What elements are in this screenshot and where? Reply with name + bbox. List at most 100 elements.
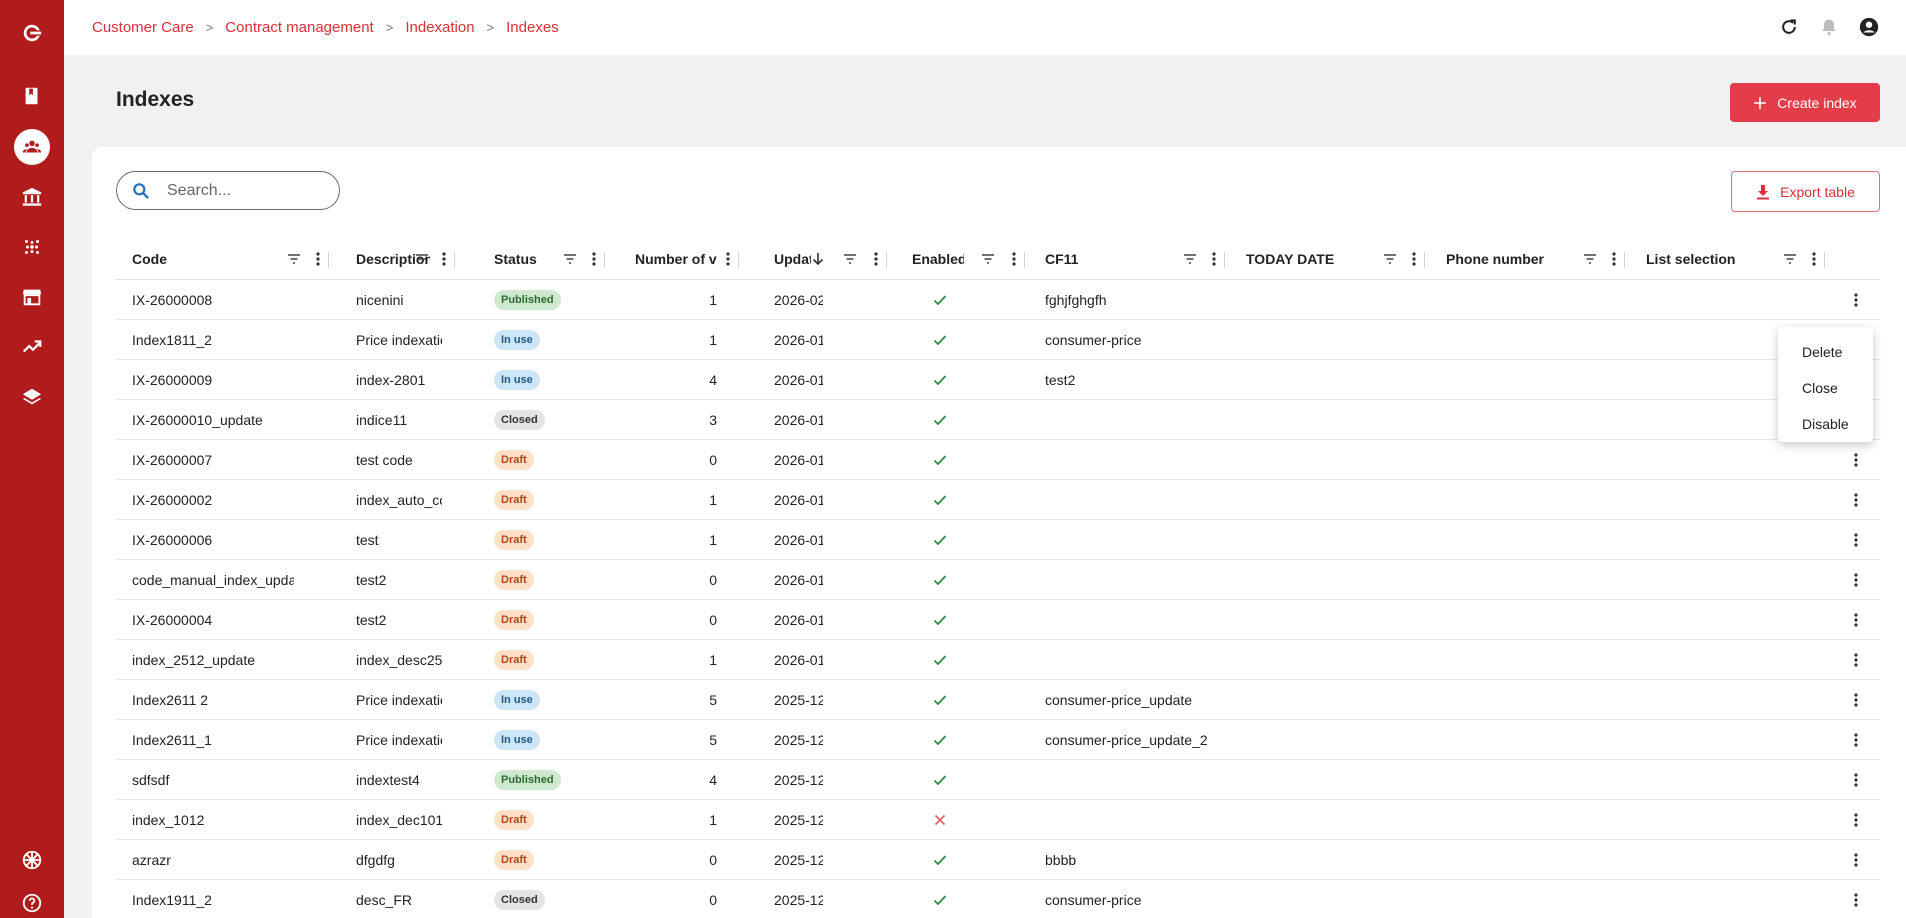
cell-enabled [912,800,976,840]
table-row[interactable]: IX-26000004 test2 Draft 0 2026-01-19 14:00 [116,600,1880,640]
table-row[interactable]: azrazr dfgdfg Draft 0 2025-12-05 13:00 bbbb [116,840,1880,880]
check-icon [933,495,947,506]
menu-item-delete[interactable]: Delete [1778,334,1873,370]
table-row[interactable]: IX-26000002 index_auto_code Draft 1 2026-01-… [116,480,1880,520]
column-menu-button[interactable] [1206,251,1222,267]
column-header-number-of-values[interactable]: Number of values [635,238,739,280]
sidebar-item-store[interactable] [14,279,50,315]
table-row[interactable]: Index2611 2 Price indexation 2611 In use 5 2… [116,680,1880,720]
sidebar-language[interactable] [14,842,50,878]
table-row[interactable]: Index1811_2 Price indexation 1811 In use 1 2… [116,320,1880,360]
column-separator[interactable] [1624,252,1625,268]
breadcrumb-item[interactable]: Indexes [506,19,559,36]
table-row[interactable]: IX-26000009 index-2801 In use 4 2026-01-30 1… [116,360,1880,400]
filter-button[interactable] [1182,251,1198,267]
column-header-today-date[interactable]: TODAY DATE [1246,238,1425,280]
row-actions-button[interactable] [1848,772,1864,788]
column-menu-button[interactable] [868,251,884,267]
sidebar-item-bank[interactable] [14,179,50,215]
row-actions-button[interactable] [1848,572,1864,588]
search-input[interactable] [167,181,317,200]
sort-button[interactable] [810,251,826,267]
table-row[interactable]: IX-26000007 test code Draft 0 2026-01-28 16:… [116,440,1880,480]
row-actions-button[interactable] [1848,292,1864,308]
table-row[interactable]: index_1012 index_dec1012 Draft 1 2025-12-18 … [116,800,1880,840]
column-menu-button[interactable] [310,251,326,267]
refresh-button[interactable] [1776,14,1802,40]
filter-button[interactable] [1382,251,1398,267]
sidebar-item-network[interactable] [14,229,50,265]
column-menu-button[interactable] [1406,251,1422,267]
row-actions-button[interactable] [1848,692,1864,708]
filter-button[interactable] [1582,251,1598,267]
row-actions-button[interactable] [1848,852,1864,868]
column-header-updated[interactable]: Updated [774,238,887,280]
filter-button[interactable] [286,251,302,267]
table-row[interactable]: IX-26000010_update indice11 Closed 3 2026-01… [116,400,1880,440]
column-menu-button[interactable] [1606,251,1622,267]
cell-updated: 2026-01-21 16:00 [774,532,823,548]
filter-button[interactable] [414,251,430,267]
menu-item-disable[interactable]: Disable [1778,406,1873,442]
row-actions-button[interactable] [1848,612,1864,628]
column-menu-button[interactable] [1806,251,1822,267]
column-header-list-selection[interactable]: List selection [1646,238,1825,280]
notifications-button[interactable] [1816,14,1842,40]
search-field[interactable] [116,171,340,210]
breadcrumb-item[interactable]: Contract management [225,19,373,36]
sidebar-item-layers[interactable] [14,379,50,415]
column-menu-button[interactable] [1006,251,1022,267]
column-separator[interactable] [604,252,605,268]
breadcrumb-item[interactable]: Customer Care [92,19,194,36]
row-actions-button[interactable] [1848,732,1864,748]
cell-number-of-values: 1 [709,292,717,308]
breadcrumb-item[interactable]: Indexation [405,19,474,36]
row-actions-button[interactable] [1848,492,1864,508]
column-menu-button[interactable] [436,251,452,267]
sidebar-item-analytics[interactable] [14,329,50,365]
filter-button[interactable] [842,251,858,267]
column-separator[interactable] [1424,252,1425,268]
filter-button[interactable] [1782,251,1798,267]
table-row[interactable]: sdfsdf indextest4 Published 4 2025-12-25 17:… [116,760,1880,800]
filter-button[interactable] [980,251,996,267]
sidebar-help[interactable] [14,885,50,918]
column-header-enabled[interactable]: Enabled [912,238,1025,280]
column-header-status[interactable]: Status [494,238,605,280]
table-row[interactable]: Index1911_2 desc_FR Closed 0 2025-12-05 13:0… [116,880,1880,918]
column-separator[interactable] [1024,252,1025,268]
sidebar-item-documents[interactable] [14,78,50,114]
table-row[interactable]: IX-26000006 test Draft 1 2026-01-21 16:00 [116,520,1880,560]
refresh-icon [1782,19,1796,34]
column-header-description[interactable]: Description [356,238,455,280]
row-actions-button[interactable] [1848,812,1864,828]
app-logo[interactable] [14,15,50,51]
column-separator[interactable] [454,252,455,268]
column-separator[interactable] [1824,252,1825,268]
table-row[interactable]: index_2512_update index_desc2512 Draft 1 202… [116,640,1880,680]
column-menu-button[interactable] [586,251,602,267]
export-table-button[interactable]: Export table [1731,171,1880,212]
sidebar-item-customer-care[interactable] [14,129,50,165]
column-separator[interactable] [738,252,739,268]
column-separator[interactable] [328,252,329,268]
row-actions-button[interactable] [1848,452,1864,468]
column-separator[interactable] [886,252,887,268]
column-separator[interactable] [1224,252,1225,268]
account-button[interactable] [1856,14,1882,40]
table-row[interactable]: code_manual_index_update test2 Draft 0 2026-… [116,560,1880,600]
row-actions-button[interactable] [1848,652,1864,668]
row-actions-button[interactable] [1848,532,1864,548]
table-row[interactable]: Index2611_1 Price indexation 2611 In use 5 2… [116,720,1880,760]
column-header-code[interactable]: Code [132,238,329,280]
filter-button[interactable] [562,251,578,267]
column-header-phone-number[interactable]: Phone number [1446,238,1625,280]
menu-item-close[interactable]: Close [1778,370,1873,406]
cell-description: Price indexation 1811 [356,332,442,348]
create-index-button[interactable]: Create index [1730,83,1880,122]
column-header-cf11[interactable]: CF11 [1045,238,1225,280]
table-row[interactable]: IX-26000008 nicenini Published 1 2026-02-17 … [116,280,1880,320]
cell-cf11 [1045,520,1225,560]
column-menu-button[interactable] [720,251,736,267]
row-actions-button[interactable] [1848,892,1864,908]
